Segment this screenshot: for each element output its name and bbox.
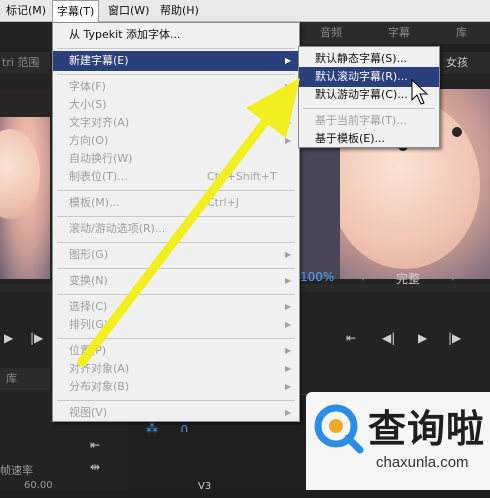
- watermark-title: 查询啦: [368, 407, 486, 451]
- yellow-arrow-icon: [77, 78, 300, 367]
- mouse-cursor-icon: [411, 78, 429, 105]
- watermark: 查询啦 chaxunla.com: [306, 392, 490, 490]
- watermark-logo-icon: [314, 404, 364, 454]
- watermark-url: chaxunla.com: [376, 454, 469, 471]
